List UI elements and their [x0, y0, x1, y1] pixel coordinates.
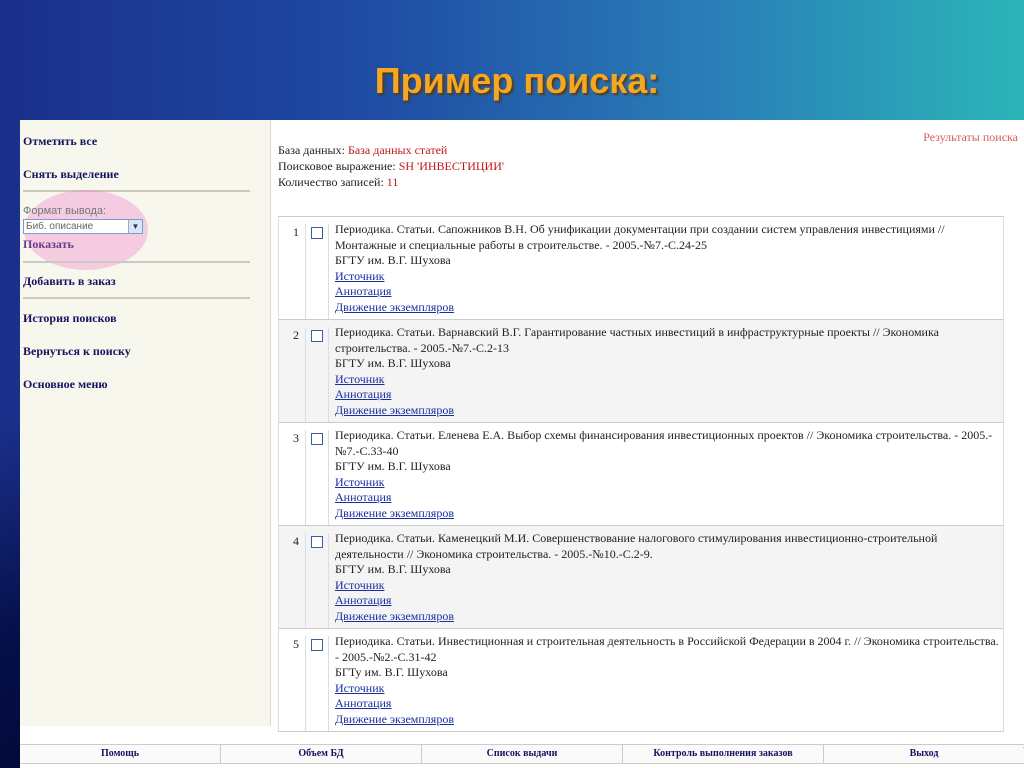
source-link[interactable]: Источник — [335, 681, 1003, 697]
source-link[interactable]: Источник — [335, 475, 1003, 491]
source-link[interactable]: Источник — [335, 269, 1003, 285]
query-label: Поисковое выражение: — [278, 159, 396, 173]
annotation-link[interactable]: Аннотация — [335, 696, 1003, 712]
source-link[interactable]: Источник — [335, 578, 1003, 594]
format-select[interactable]: Биб. описание ▼ — [23, 219, 143, 234]
record-checkbox[interactable] — [311, 536, 323, 548]
checkbox-cell — [305, 327, 329, 422]
copies-link[interactable]: Движение экземпляров — [335, 712, 1003, 728]
add-to-order-link[interactable]: Добавить в заказ — [23, 274, 116, 289]
deselect-link[interactable]: Снять выделение — [23, 167, 119, 182]
record-number: 2 — [293, 328, 299, 342]
record-checkbox[interactable] — [311, 639, 323, 651]
annotation-link[interactable]: Аннотация — [335, 593, 1003, 609]
order-control-link[interactable]: Контроль выполнения заказов — [622, 745, 823, 763]
select-all-link[interactable]: Отметить все — [23, 134, 97, 149]
record-text: Периодика. Статьи. Сапожников В.Н. Об ун… — [335, 222, 1003, 315]
record-description: Периодика. Статьи. Варнавский В.Г. Гаран… — [335, 325, 939, 355]
record-text: Периодика. Статьи. Каменецкий М.И. Совер… — [335, 531, 1003, 624]
record-checkbox[interactable] — [311, 227, 323, 239]
record-number: 3 — [293, 431, 299, 445]
help-link[interactable]: Помощь — [20, 745, 220, 763]
db-size-link[interactable]: Объем БД — [220, 745, 421, 763]
count-value: 11 — [386, 175, 399, 189]
divider — [23, 261, 250, 263]
count-label: Количество записей: — [278, 175, 384, 189]
format-label: Формат вывода: — [23, 205, 107, 217]
exit-link[interactable]: Выход — [823, 745, 1024, 763]
query-value: SH 'ИНВЕСТИЦИИ' — [398, 159, 505, 173]
divider — [23, 190, 250, 192]
slide-background-shade — [0, 430, 22, 768]
record-text: Периодика. Статьи. Еленева Е.А. Выбор сх… — [335, 428, 1003, 521]
copies-link[interactable]: Движение экземпляров — [335, 300, 1003, 316]
result-row: 2 Периодика. Статьи. Варнавский В.Г. Гар… — [278, 320, 1004, 423]
record-library: БГТУ им. В.Г. Шухова — [335, 459, 451, 473]
source-link[interactable]: Источник — [335, 372, 1003, 388]
search-info: База данных: База данных статей Поисково… — [278, 142, 504, 190]
record-text: Периодика. Статьи. Инвестиционная и стро… — [335, 634, 1003, 727]
record-checkbox[interactable] — [311, 433, 323, 445]
search-history-link[interactable]: История поисков — [23, 311, 117, 326]
loan-list-link[interactable]: Список выдачи — [421, 745, 622, 763]
db-label: База данных: — [278, 143, 345, 157]
chevron-down-icon[interactable]: ▼ — [128, 220, 142, 233]
format-select-value: Биб. описание — [26, 221, 94, 232]
annotation-link[interactable]: Аннотация — [335, 284, 1003, 300]
slide-title: Пример поиска: — [374, 60, 660, 101]
copies-link[interactable]: Движение экземпляров — [335, 506, 1003, 522]
show-link[interactable]: Показать — [23, 237, 74, 252]
catalog-screen: Отметить все Снять выделение Формат выво… — [20, 120, 1024, 768]
results-heading: Результаты поиска — [923, 130, 1018, 144]
record-library: БГТУ им. В.Г. Шухова — [335, 356, 451, 370]
copies-link[interactable]: Движение экземпляров — [335, 609, 1003, 625]
results-table: 1 Периодика. Статьи. Сапожников В.Н. Об … — [278, 216, 1004, 732]
record-number: 1 — [293, 225, 299, 239]
annotation-link[interactable]: Аннотация — [335, 490, 1003, 506]
bottom-nav: Помощь Объем БД Список выдачи Контроль в… — [20, 744, 1024, 764]
main-menu-link[interactable]: Основное меню — [23, 377, 108, 392]
back-to-search-link[interactable]: Вернуться к поиску — [23, 344, 131, 359]
result-row: 4 Периодика. Статьи. Каменецкий М.И. Сов… — [278, 526, 1004, 629]
result-row: 3 Периодика. Статьи. Еленева Е.А. Выбор … — [278, 423, 1004, 526]
record-text: Периодика. Статьи. Варнавский В.Г. Гаран… — [335, 325, 1003, 418]
annotation-link[interactable]: Аннотация — [335, 387, 1003, 403]
db-value: База данных статей — [347, 143, 448, 157]
copies-link[interactable]: Движение экземпляров — [335, 403, 1003, 419]
checkbox-cell — [305, 533, 329, 628]
record-checkbox[interactable] — [311, 330, 323, 342]
record-number: 4 — [293, 534, 299, 548]
record-number: 5 — [293, 637, 299, 651]
sidebar: Отметить все Снять выделение Формат выво… — [20, 120, 271, 726]
checkbox-cell — [305, 430, 329, 525]
checkbox-cell — [305, 636, 329, 731]
checkbox-cell — [305, 224, 329, 319]
record-library: БГТУ им. В.Г. Шухова — [335, 562, 451, 576]
result-row: 5 Периодика. Статьи. Инвестиционная и ст… — [278, 629, 1004, 732]
record-description: Периодика. Статьи. Еленева Е.А. Выбор сх… — [335, 428, 993, 458]
record-description: Периодика. Статьи. Каменецкий М.И. Совер… — [335, 531, 938, 561]
record-description: Периодика. Статьи. Сапожников В.Н. Об ун… — [335, 222, 945, 252]
results-panel: Результаты поиска База данных: База данн… — [278, 120, 1024, 732]
record-library: БГТУ им. В.Г. Шухова — [335, 253, 451, 267]
record-library: БГТу им. В.Г. Шухова — [335, 665, 448, 679]
divider — [23, 297, 250, 299]
record-description: Периодика. Статьи. Инвестиционная и стро… — [335, 634, 999, 664]
result-row: 1 Периодика. Статьи. Сапожников В.Н. Об … — [278, 217, 1004, 320]
